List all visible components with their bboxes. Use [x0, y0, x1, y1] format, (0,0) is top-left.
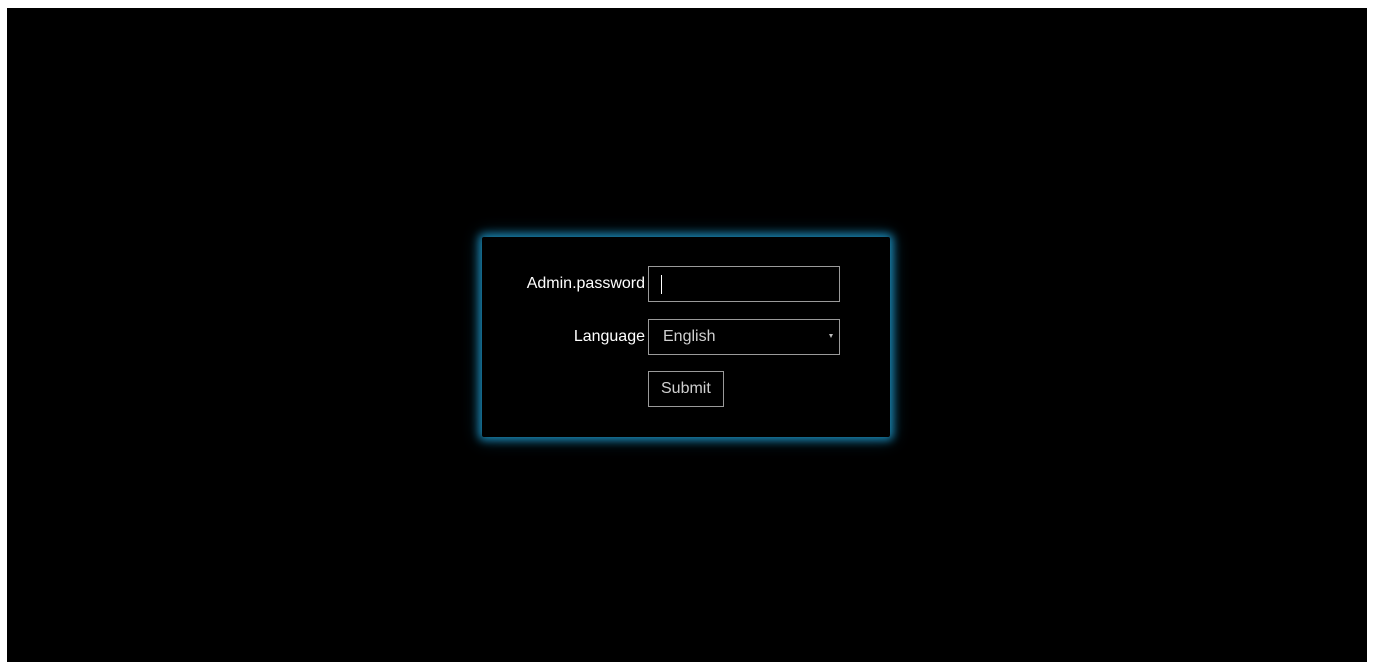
language-selected-value: English	[663, 328, 716, 345]
password-row: Admin.password	[482, 266, 890, 302]
language-row: Language English	[482, 319, 890, 355]
password-field[interactable]	[648, 266, 840, 302]
password-input[interactable]	[649, 267, 839, 301]
text-cursor	[661, 275, 662, 294]
language-label: Language	[573, 328, 645, 345]
login-panel: Admin.password Language English Submit	[482, 237, 890, 437]
app-screen: Admin.password Language English Submit	[7, 8, 1367, 662]
password-label: Admin.password	[526, 275, 645, 292]
chevron-down-icon[interactable]	[829, 334, 833, 338]
language-select[interactable]: English	[648, 319, 840, 355]
submit-button[interactable]: Submit	[648, 371, 724, 407]
submit-row: Submit	[482, 371, 890, 407]
